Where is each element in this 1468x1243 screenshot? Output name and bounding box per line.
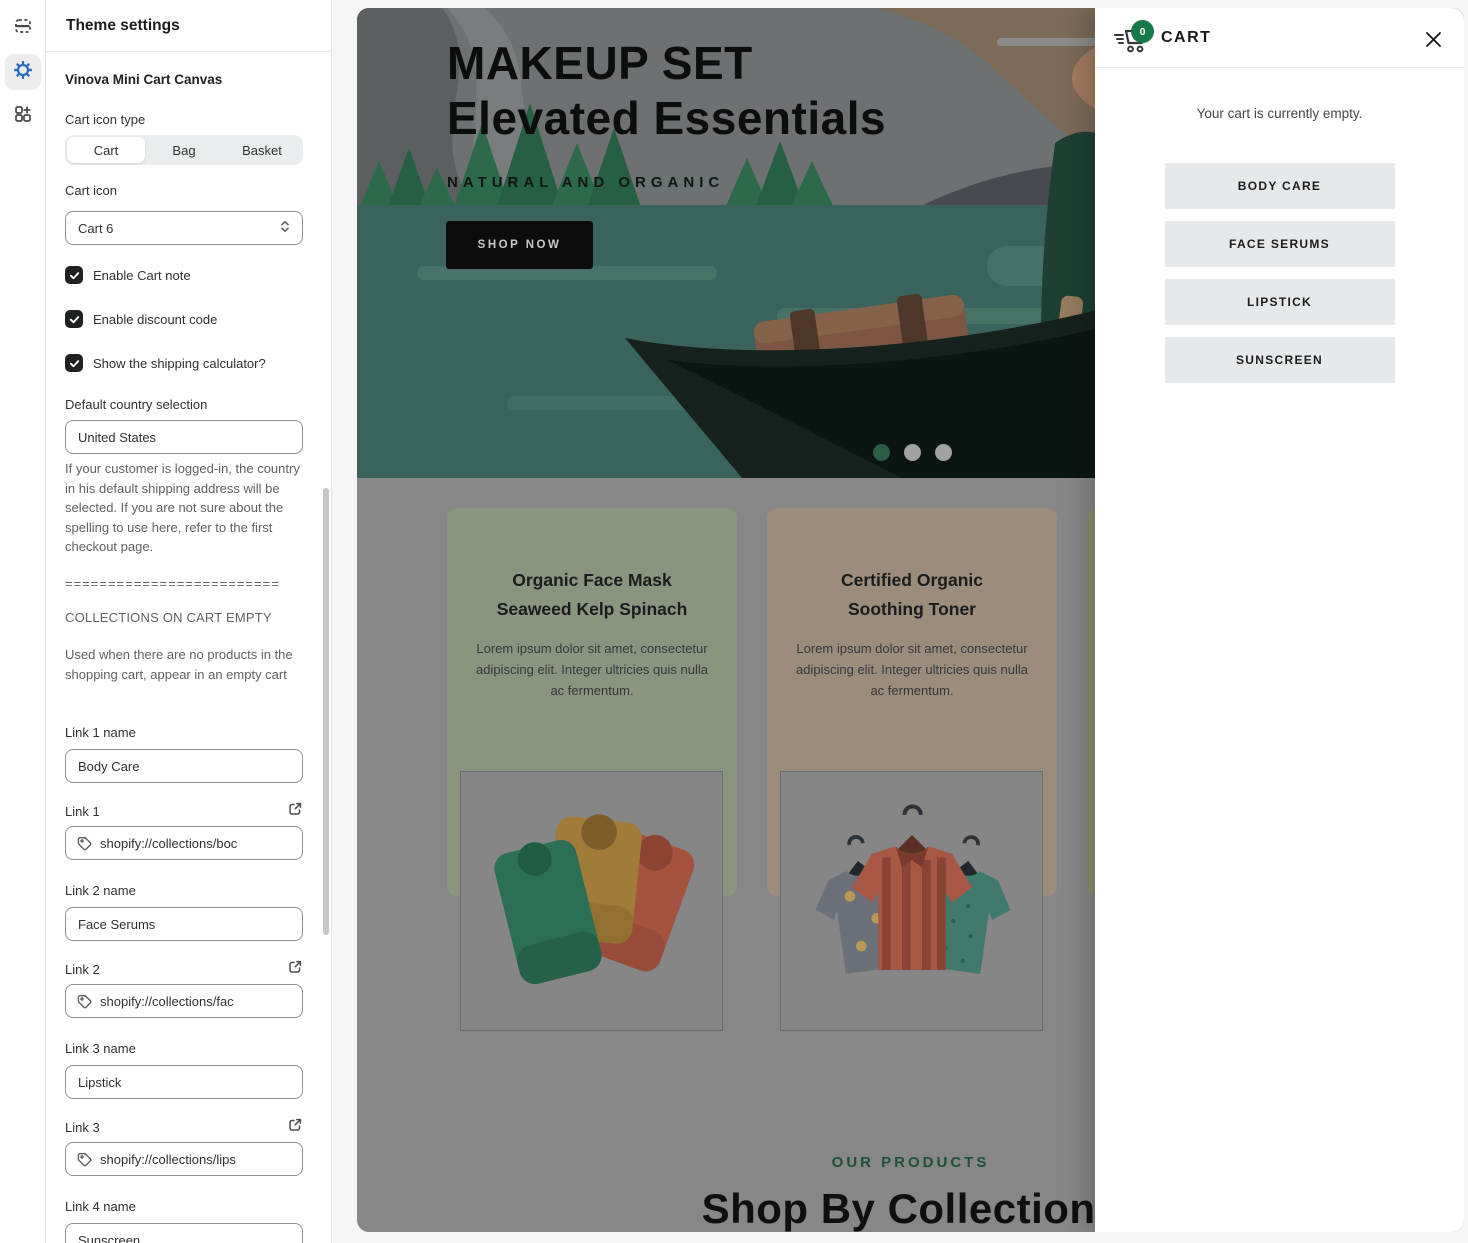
link-2-label: Link 2 <box>65 962 100 977</box>
external-link-icon[interactable] <box>287 959 303 980</box>
panel-title: Theme settings <box>66 17 180 35</box>
link-1-url-input[interactable]: shopify://collections/boc <box>65 826 303 860</box>
settings-gear-icon <box>13 60 33 85</box>
cart-icon-selected-value: Cart 6 <box>78 221 278 236</box>
link-2-name-input[interactable] <box>65 907 303 941</box>
link-2-row: Link 2 <box>65 959 303 980</box>
mini-cart-drawer: 0 CART Your cart is currently empty. BOD… <box>1095 8 1464 1232</box>
link-2-name-label: Link 2 name <box>65 883 303 898</box>
hero-title: MAKEUP SET Elevated Essentials <box>447 36 886 146</box>
link-1-name-input[interactable] <box>65 749 303 783</box>
cart-icon-type-segmented-control: Cart Bag Basket <box>65 135 303 165</box>
cart-drawer-header: 0 CART <box>1095 8 1464 68</box>
cart-collection-buttons: BODY CARE FACE SERUMS LIPSTICK SUNSCREEN <box>1095 163 1464 383</box>
carousel-dot[interactable] <box>935 444 952 461</box>
external-link-icon[interactable] <box>287 1117 303 1138</box>
card-title: Certified Organic Soothing Toner <box>767 566 1057 624</box>
collection-button-body-care[interactable]: BODY CARE <box>1165 163 1395 209</box>
cart-count-badge: 0 <box>1131 20 1154 43</box>
apps-icon <box>13 104 33 129</box>
link-4-name-label: Link 4 name <box>65 1199 303 1214</box>
country-label: Default country selection <box>65 397 303 412</box>
link-3-url-input[interactable]: shopify://collections/lips <box>65 1142 303 1176</box>
link-1-row: Link 1 <box>65 801 303 822</box>
tag-icon <box>77 836 92 851</box>
shipping-calculator-checkbox-row[interactable]: Show the shipping calculator? <box>65 353 303 373</box>
carousel-dot[interactable] <box>904 444 921 461</box>
tag-icon <box>77 994 92 1009</box>
segment-option-basket[interactable]: Basket <box>223 137 301 163</box>
cart-icon-select[interactable]: Cart 6 <box>65 211 303 245</box>
link-3-name-label: Link 3 name <box>65 1041 303 1056</box>
checkbox-checked-icon[interactable] <box>65 266 83 284</box>
card-description: Lorem ipsum dolor sit amet, consectetur … <box>475 638 709 701</box>
country-input[interactable] <box>65 420 303 454</box>
hero-subtitle: NATURAL AND ORGANIC <box>447 174 886 191</box>
card-description: Lorem ipsum dolor sit amet, consectetur … <box>795 638 1029 701</box>
carousel-dot-active[interactable] <box>873 444 890 461</box>
panel-header: Theme settings <box>46 0 331 52</box>
checkbox-checked-icon[interactable] <box>65 310 83 328</box>
link-4-name-input[interactable] <box>65 1223 303 1243</box>
link-3-row: Link 3 <box>65 1117 303 1138</box>
collections-empty-description: Used when there are no products in the s… <box>65 645 303 684</box>
cart-drawer-title: CART <box>1161 29 1211 47</box>
collection-button-lipstick[interactable]: LIPSTICK <box>1165 279 1395 325</box>
card-title: Organic Face Mask Seaweed Kelp Spinach <box>447 566 737 624</box>
close-icon[interactable] <box>1422 28 1444 50</box>
collection-button-sunscreen[interactable]: SUNSCREEN <box>1165 337 1395 383</box>
segment-option-cart[interactable]: Cart <box>67 137 145 163</box>
discount-code-checkbox-label: Enable discount code <box>93 312 217 327</box>
collections-empty-heading: COLLECTIONS ON CART EMPTY <box>65 610 303 625</box>
link-2-url-input[interactable]: shopify://collections/fac <box>65 984 303 1018</box>
app-embeds-tab-button[interactable] <box>5 98 41 134</box>
tag-icon <box>77 1152 92 1167</box>
link-3-label: Link 3 <box>65 1120 100 1135</box>
link-1-label: Link 1 <box>65 804 100 819</box>
sections-tab-button[interactable] <box>5 10 41 46</box>
sections-icon <box>13 16 33 41</box>
link-3-name-input[interactable] <box>65 1065 303 1099</box>
separator-text: ========================= <box>65 576 303 591</box>
external-link-icon[interactable] <box>287 801 303 822</box>
cart-empty-message: Your cart is currently empty. <box>1095 106 1464 121</box>
cart-note-checkbox-row[interactable]: Enable Cart note <box>65 265 303 285</box>
select-chevrons-icon <box>278 219 292 237</box>
country-help-text: If your customer is logged-in, the count… <box>65 459 303 557</box>
panel-scrollbar-thumb[interactable] <box>323 488 329 935</box>
cart-icon-type-label: Cart icon type <box>65 112 303 127</box>
checkbox-checked-icon[interactable] <box>65 354 83 372</box>
section-title: Vinova Mini Cart Canvas <box>65 72 303 87</box>
cart-icon-label: Cart icon <box>65 183 303 198</box>
link-1-name-label: Link 1 name <box>65 725 303 740</box>
editor-icon-rail <box>0 0 46 1243</box>
collection-button-face-serums[interactable]: FACE SERUMS <box>1165 221 1395 267</box>
shipping-calculator-checkbox-label: Show the shipping calculator? <box>93 356 266 371</box>
hanging-shirts-image <box>780 771 1043 1031</box>
theme-preview-frame: MAKEUP SET Elevated Essentials NATURAL A… <box>357 8 1464 1232</box>
link-3-url-value: shopify://collections/lips <box>100 1152 236 1167</box>
theme-settings-tab-button[interactable] <box>5 54 41 90</box>
theme-settings-panel: Theme settings Vinova Mini Cart Canvas C… <box>46 0 332 1243</box>
discount-code-checkbox-row[interactable]: Enable discount code <box>65 309 303 329</box>
link-1-url-value: shopify://collections/boc <box>100 836 237 851</box>
folded-shirts-image <box>460 771 723 1031</box>
segment-option-bag[interactable]: Bag <box>145 137 223 163</box>
cart-note-checkbox-label: Enable Cart note <box>93 268 191 283</box>
hero-copy: MAKEUP SET Elevated Essentials NATURAL A… <box>447 36 886 191</box>
shop-now-button[interactable]: SHOP NOW <box>446 221 593 269</box>
link-2-url-value: shopify://collections/fac <box>100 994 234 1009</box>
